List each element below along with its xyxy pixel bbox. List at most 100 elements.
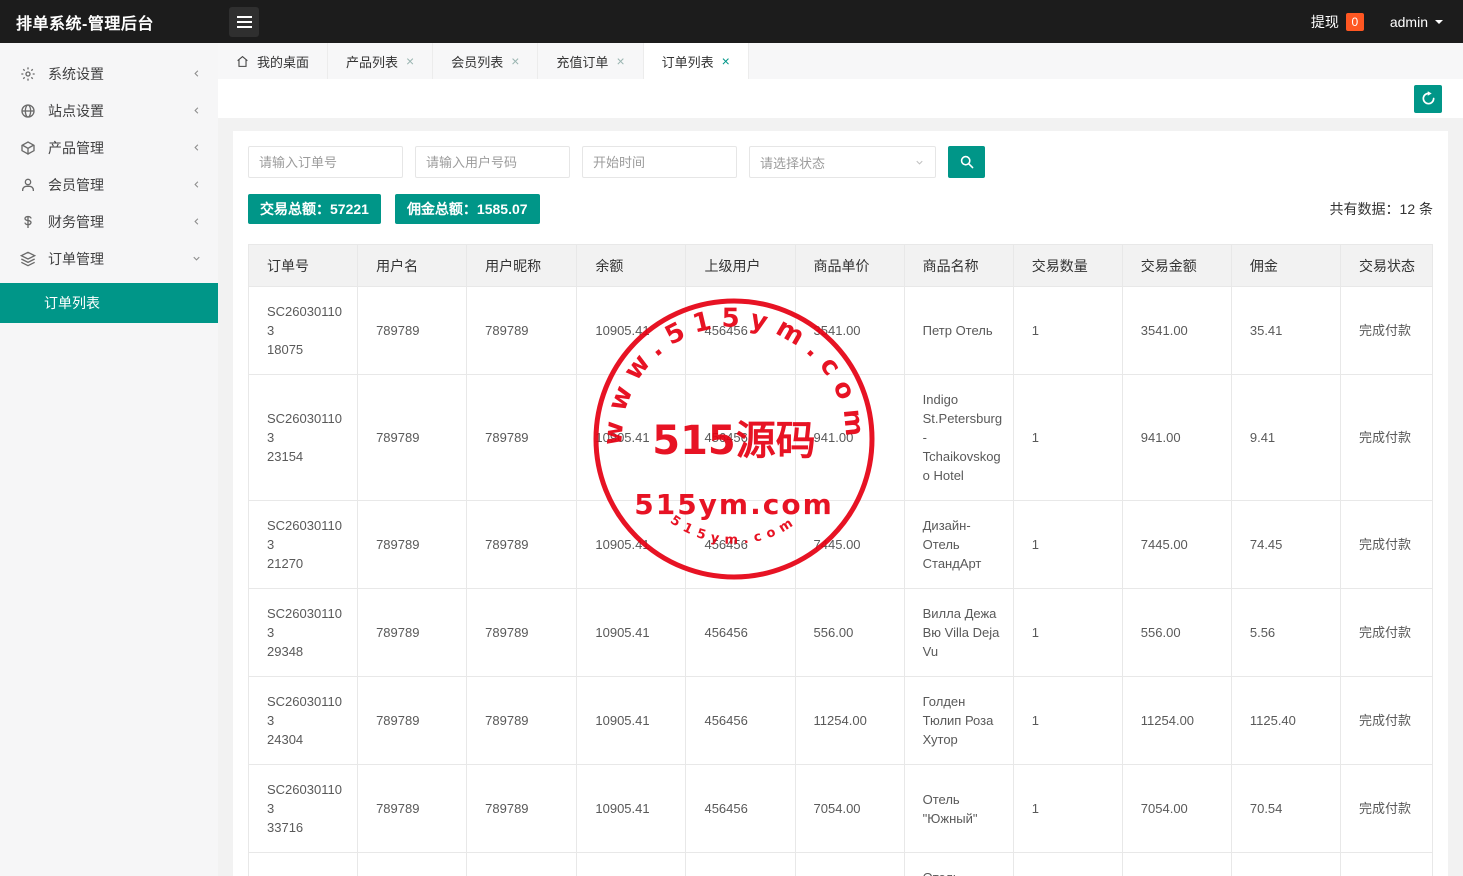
withdraw-count-badge: 0 [1346, 13, 1364, 31]
table-cell: 完成付款 [1341, 853, 1433, 876]
table-cell: SC260301103 32353 [249, 853, 358, 876]
column-header: 订单号 [249, 245, 358, 287]
total-commission-badge: 佣金总额：1585.07 [395, 194, 540, 224]
table-cell: 完成付款 [1341, 501, 1433, 589]
order-list-card: 请选择状态 交易总额：57221 佣金总额：1585.07 共有数据：12 条 [233, 131, 1448, 876]
sidebar-item-product-management[interactable]: 产品管理 [0, 129, 218, 166]
status-select[interactable]: 请选择状态 [749, 146, 936, 178]
tab-label: 产品列表 [346, 52, 398, 71]
tab-member-list[interactable]: 会员列表 × [433, 43, 538, 79]
column-header: 交易状态 [1341, 245, 1433, 287]
close-icon[interactable]: × [511, 54, 519, 68]
table-cell: 1 [1013, 375, 1122, 501]
column-header: 佣金 [1231, 245, 1340, 287]
table-cell: 789789 [467, 677, 577, 765]
table-cell: SC260301103 23154 [249, 375, 358, 501]
table-cell: Вилла Дежа Вю Villa Deja Vu [904, 589, 1013, 677]
table-cell: 3541.00 [795, 287, 904, 375]
table-row: SC260301103 1807578978978978910905.41456… [249, 287, 1433, 375]
table-cell: 11254.00 [1122, 677, 1231, 765]
total-trade-badge: 交易总额：57221 [248, 194, 381, 224]
sidebar-subitem-order-list[interactable]: 订单列表 [0, 283, 218, 323]
start-time-input[interactable] [582, 146, 737, 178]
order-number-input[interactable] [248, 146, 403, 178]
table-cell: 35.41 [1231, 287, 1340, 375]
tab-recharge-orders[interactable]: 充值订单 × [538, 43, 643, 79]
close-icon[interactable]: × [722, 54, 730, 68]
chevron-down-icon [191, 253, 202, 264]
sidebar-item-label: 订单管理 [48, 249, 104, 269]
home-icon [236, 55, 249, 68]
sidebar-item-site-settings[interactable]: 站点设置 [0, 92, 218, 129]
sidebar-item-member-management[interactable]: 会员管理 [0, 166, 218, 203]
user-menu[interactable]: admin [1390, 14, 1443, 30]
table-cell: 10905.41 [577, 677, 686, 765]
table-cell: 1 [1013, 501, 1122, 589]
filter-row: 请选择状态 [248, 146, 1433, 178]
content-area: 请选择状态 交易总额：57221 佣金总额：1585.07 共有数据：12 条 [218, 118, 1463, 876]
sidebar-item-system-settings[interactable]: 系统设置 [0, 55, 218, 92]
tab-product-list[interactable]: 产品列表 × [328, 43, 433, 79]
close-icon[interactable]: × [406, 54, 414, 68]
table-cell: 9.41 [1231, 375, 1340, 501]
tab-order-list[interactable]: 订单列表 × [644, 43, 749, 79]
refresh-button[interactable] [1414, 85, 1442, 113]
column-header: 余额 [577, 245, 686, 287]
search-button[interactable] [948, 146, 985, 178]
user-number-input[interactable] [415, 146, 570, 178]
withdraw-label: 提现 [1311, 12, 1339, 32]
table-cell: 556.00 [1122, 589, 1231, 677]
table-cell: 456456 [686, 765, 795, 853]
column-header: 交易数量 [1013, 245, 1122, 287]
sidebar-item-order-management[interactable]: 订单管理 [0, 240, 218, 277]
chevron-left-icon [191, 68, 202, 79]
table-cell: 789789 [358, 287, 467, 375]
chevron-left-icon [191, 105, 202, 116]
menu-toggle-button[interactable] [229, 7, 259, 37]
table-cell: 789789 [358, 501, 467, 589]
table-cell: 1 [1013, 287, 1122, 375]
column-header: 用户昵称 [467, 245, 577, 287]
table-cell: 7445.00 [1122, 501, 1231, 589]
column-header: 商品名称 [904, 245, 1013, 287]
table-cell: 789789 [467, 287, 577, 375]
sidebar-item-label: 站点设置 [48, 101, 104, 121]
table-cell: 789789 [467, 501, 577, 589]
table-cell: 完成付款 [1341, 375, 1433, 501]
table-cell: 1125.40 [1231, 677, 1340, 765]
table-cell: SC260301103 24304 [249, 677, 358, 765]
table-cell: Дизайн-Отель СтандАрт [904, 501, 1013, 589]
table-cell: 456456 [686, 287, 795, 375]
table-cell: Голден Тюлип Роза Хутор [904, 677, 1013, 765]
tab-label: 我的桌面 [257, 52, 309, 71]
withdraw-link[interactable]: 提现 0 [1311, 12, 1364, 32]
table-cell: SC260301103 29348 [249, 589, 358, 677]
sidebar-item-label: 产品管理 [48, 138, 104, 158]
table-cell: 5.56 [1231, 589, 1340, 677]
table-cell: 789789 [358, 677, 467, 765]
chevron-left-icon [191, 142, 202, 153]
table-cell: 456456 [686, 501, 795, 589]
table-cell: 70.54 [1231, 765, 1340, 853]
table-cell: 11254.00 [795, 677, 904, 765]
column-header: 商品单价 [795, 245, 904, 287]
table-cell: 456456 [686, 677, 795, 765]
table-cell: 456456 [686, 853, 795, 876]
cube-icon [20, 140, 36, 156]
sidebar-item-finance-management[interactable]: 财务管理 [0, 203, 218, 240]
table-cell: Отель Хилтон Гарден Инн Калуга [904, 853, 1013, 876]
table-cell: 完成付款 [1341, 677, 1433, 765]
table-cell: 74.45 [1231, 501, 1340, 589]
table-cell: 10905.41 [577, 765, 686, 853]
close-icon[interactable]: × [616, 54, 624, 68]
orders-table: 订单号用户名用户昵称余额上级用户商品单价商品名称交易数量交易金额佣金交易状态 S… [248, 244, 1433, 876]
table-row: SC260301103 3371678978978978910905.41456… [249, 765, 1433, 853]
table-cell: 3541.00 [1122, 287, 1231, 375]
table-cell: 556.00 [795, 589, 904, 677]
table-row: SC260301103 2934878978978978910905.41456… [249, 589, 1433, 677]
sidebar-item-label: 会员管理 [48, 175, 104, 195]
top-header: 排单系统-管理后台 提现 0 admin [0, 0, 1463, 43]
tab-label: 会员列表 [451, 52, 503, 71]
table-cell: 完成付款 [1341, 287, 1433, 375]
tab-desktop[interactable]: 我的桌面 [218, 43, 328, 79]
